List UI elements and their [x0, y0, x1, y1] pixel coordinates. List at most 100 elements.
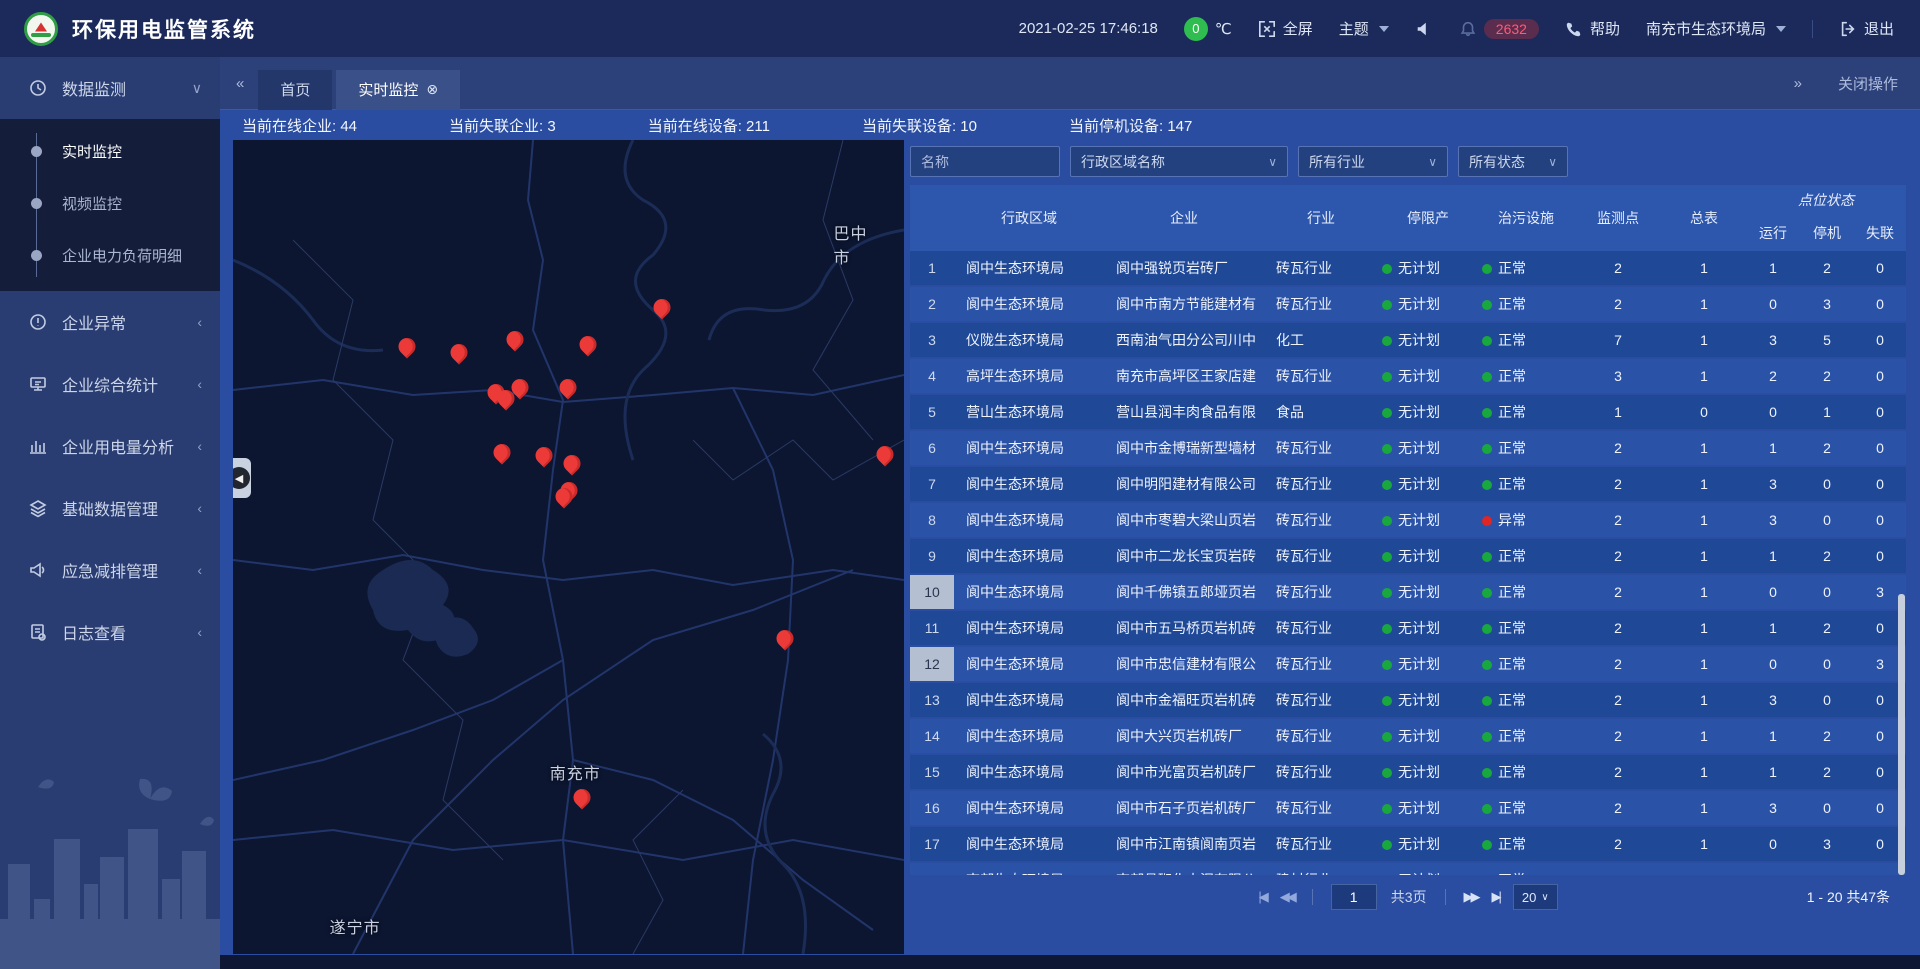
first-page-button[interactable]: |◀ — [1258, 889, 1265, 905]
sidebar-item-4[interactable]: 企业用电量分析‹ — [0, 415, 220, 477]
cell-monitor-points: 3 — [1574, 368, 1662, 384]
status-select[interactable]: 所有状态∨ — [1458, 146, 1568, 177]
table-row[interactable]: 3仪陇生态环境局西南油气田分公司川中化工无计划正常71350 — [910, 323, 1906, 357]
table-row[interactable]: 6阆中生态环境局阆中市金博瑞新型墙材砖瓦行业无计划正常21120 — [910, 431, 1906, 465]
table-row[interactable]: 4高坪生态环境局南充市高坪区王家店建砖瓦行业无计划正常31220 — [910, 359, 1906, 393]
sidebar-menu: 数据监测∨ 实时监控视频监控企业电力负荷明细企业异常‹企业综合统计‹企业用电量分析… — [0, 57, 220, 663]
table-row[interactable]: 8阆中生态环境局阆中市枣碧大梁山页岩砖瓦行业无计划异常21300 — [910, 503, 1906, 537]
table-header: 行政区域企业行业停限产治污设施监测点总表点位状态运行停机失联 — [910, 185, 1906, 251]
header-企业: 企业 — [1104, 185, 1264, 251]
table-row[interactable]: 5营山生态环境局营山县润丰肉食品有限食品无计划正常10010 — [910, 395, 1906, 429]
cell-company: 阆中市忠信建材有限公 — [1104, 654, 1264, 674]
cell-treatment-status: 正常 — [1478, 438, 1574, 458]
industry-select[interactable]: 所有行业∨ — [1298, 146, 1448, 177]
org-menu[interactable]: 南充市生态环境局 — [1646, 18, 1786, 39]
map-collapse-toggle[interactable]: ◀ — [233, 458, 251, 498]
sidebar-subitem[interactable]: 视频监控 — [0, 177, 220, 229]
sidebar-item-5[interactable]: 基础数据管理‹ — [0, 477, 220, 539]
status-dot-green — [1382, 552, 1392, 562]
cell-company: 阆中明阳建材有限公司 — [1104, 474, 1264, 494]
cell-industry: 砖瓦行业 — [1264, 474, 1378, 494]
sidebar-item-1[interactable]: 数据监测∨ — [0, 57, 220, 119]
cell-halted: 0 — [1800, 584, 1854, 600]
row-index: 12 — [910, 647, 954, 681]
cell-stop-status: 无计划 — [1378, 582, 1478, 602]
table-row[interactable]: 18南部生态环境局南部县砌化水泥有限公建材行业无计划正常50050 — [910, 863, 1906, 875]
map-panel[interactable]: 巴中市南充市遂宁市 ◀ — [233, 140, 904, 954]
sidebar-item-6[interactable]: 应急减排管理‹ — [0, 539, 220, 601]
last-page-button[interactable]: ▶| — [1492, 889, 1499, 905]
fullscreen-button[interactable]: 全屏 — [1258, 18, 1313, 39]
cell-stop-status: 无计划 — [1378, 546, 1478, 566]
monitor-icon — [28, 78, 48, 98]
table-row[interactable]: 12阆中生态环境局阆中市忠信建材有限公砖瓦行业无计划正常21003 — [910, 647, 1906, 681]
row-index: 14 — [910, 719, 954, 753]
prev-page-button[interactable]: ◀◀ — [1280, 889, 1294, 905]
next-page-button[interactable]: ▶▶ — [1464, 889, 1478, 905]
tab-实时监控[interactable]: 实时监控⊗ — [336, 70, 460, 110]
logout-button[interactable]: 退出 — [1839, 18, 1894, 39]
table-row[interactable]: 15阆中生态环境局阆中市光富页岩机砖厂砖瓦行业无计划正常21120 — [910, 755, 1906, 789]
city-label: 南充市 — [550, 760, 601, 784]
cell-monitor-points: 2 — [1574, 476, 1662, 492]
cell-running: 1 — [1746, 440, 1800, 456]
tab-首页[interactable]: 首页 — [258, 70, 332, 110]
table-row[interactable]: 9阆中生态环境局阆中市二龙长宝页岩砖砖瓦行业无计划正常21120 — [910, 539, 1906, 573]
cell-industry: 砖瓦行业 — [1264, 438, 1378, 458]
cell-company: 阆中市金福旺页岩机砖 — [1104, 690, 1264, 710]
help-label: 帮助 — [1590, 18, 1620, 39]
chevron-down-icon: ∨ — [1428, 155, 1437, 169]
sidebar-item-7[interactable]: 日志查看‹ — [0, 601, 220, 663]
region-select[interactable]: 行政区域名称∨ — [1070, 146, 1288, 177]
cell-stop-status: 无计划 — [1378, 798, 1478, 818]
table-scrollbar[interactable] — [1898, 594, 1905, 875]
row-index: 5 — [910, 395, 954, 429]
table-row[interactable]: 7阆中生态环境局阆中明阳建材有限公司砖瓦行业无计划正常21300 — [910, 467, 1906, 501]
table-row[interactable]: 14阆中生态环境局阆中大兴页岩机砖厂砖瓦行业无计划正常21120 — [910, 719, 1906, 753]
header-监测点: 监测点 — [1574, 185, 1662, 251]
cell-monitor-points: 2 — [1574, 548, 1662, 564]
cell-lost: 0 — [1854, 512, 1906, 528]
sidebar-item-2[interactable]: 企业异常‹ — [0, 291, 220, 353]
table-row[interactable]: 13阆中生态环境局阆中市金福旺页岩机砖砖瓦行业无计划正常21300 — [910, 683, 1906, 717]
cell-monitor-points: 1 — [1574, 404, 1662, 420]
table-row[interactable]: 1阆中生态环境局阆中强锐页岩砖厂砖瓦行业无计划正常21120 — [910, 251, 1906, 285]
cell-industry: 砖瓦行业 — [1264, 546, 1378, 566]
table-row[interactable]: 16阆中生态环境局阆中市石子页岩机砖厂砖瓦行业无计划正常21300 — [910, 791, 1906, 825]
cell-total-meters: 1 — [1662, 656, 1746, 672]
table-row[interactable]: 10阆中生态环境局阆中千佛镇五郎垭页岩砖瓦行业无计划正常21003 — [910, 575, 1906, 609]
cell-treatment-status: 正常 — [1478, 582, 1574, 602]
cell-running: 3 — [1746, 476, 1800, 492]
cell-lost: 0 — [1854, 440, 1906, 456]
chevron-left-icon: ‹ — [197, 500, 202, 516]
page-number-input[interactable]: 1 — [1331, 884, 1377, 910]
mute-button[interactable] — [1415, 20, 1433, 38]
tabs-scroll-right-icon[interactable]: » — [1778, 75, 1816, 92]
cell-running: 3 — [1746, 512, 1800, 528]
cell-monitor-points: 2 — [1574, 584, 1662, 600]
sidebar-item-3[interactable]: 企业综合统计‹ — [0, 353, 220, 415]
status-dot-green — [1482, 696, 1492, 706]
tab-close-icon[interactable]: ⊗ — [426, 81, 438, 98]
sidebar-subitem[interactable]: 企业电力负荷明细 — [0, 229, 220, 281]
name-search-input[interactable]: 名称 — [910, 146, 1060, 177]
cell-treatment-status: 正常 — [1478, 402, 1574, 422]
sidebar-subitem[interactable]: 实时监控 — [0, 125, 220, 177]
cell-industry: 食品 — [1264, 402, 1378, 422]
cell-region: 阆中生态环境局 — [954, 258, 1104, 278]
table-row[interactable]: 11阆中生态环境局阆中市五马桥页岩机砖砖瓦行业无计划正常21120 — [910, 611, 1906, 645]
stat-item: 当前在线设备: 211 — [648, 115, 770, 136]
notifications[interactable]: 2632 — [1459, 19, 1539, 39]
status-dot-green — [1382, 444, 1392, 454]
page-size-select[interactable]: 20∨ — [1513, 884, 1558, 910]
tabs-scroll-left-icon[interactable]: « — [220, 75, 258, 92]
theme-menu[interactable]: 主题 — [1339, 18, 1389, 39]
status-dot-green — [1482, 444, 1492, 454]
cell-stop-status: 无计划 — [1378, 510, 1478, 530]
help-button[interactable]: 帮助 — [1565, 18, 1620, 39]
main-row: 巴中市南充市遂宁市 ◀ 名称 行政区域名称∨ 所有行业∨ 所有状态∨ 行政区域企… — [220, 140, 1920, 955]
close-operations-button[interactable]: 关闭操作 — [1838, 73, 1898, 94]
table-row[interactable]: 2阆中生态环境局阆中市南方节能建材有砖瓦行业无计划正常21030 — [910, 287, 1906, 321]
table-row[interactable]: 17阆中生态环境局阆中市江南镇阆南页岩砖瓦行业无计划正常21030 — [910, 827, 1906, 861]
status-dot-green — [1482, 264, 1492, 274]
